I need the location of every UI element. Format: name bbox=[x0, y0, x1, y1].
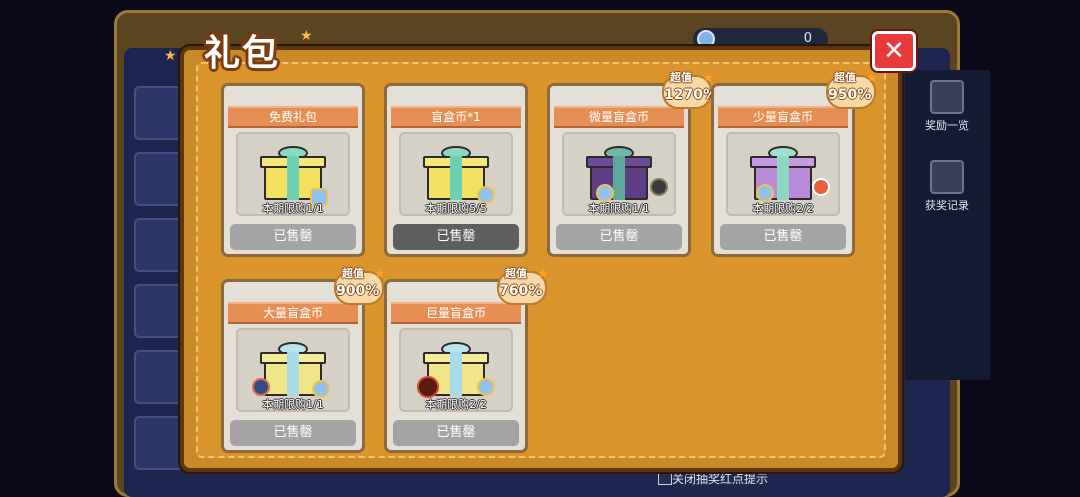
key-icon bbox=[650, 178, 668, 196]
package-card-blindbox-coin-1[interactable]: 盲盒币*1 本期限购5/5 已售罄 bbox=[384, 83, 528, 257]
character-slot bbox=[134, 284, 184, 338]
close-button[interactable]: ✕ bbox=[872, 31, 916, 71]
armor-icon bbox=[417, 376, 439, 398]
star-icon: ★ bbox=[164, 48, 177, 64]
blindbox-coin-icon bbox=[477, 378, 495, 396]
purchase-limit: 本期限购1/1 bbox=[262, 202, 324, 215]
badge-label: 超值 bbox=[505, 267, 527, 280]
sold-out-button[interactable]: 已售罄 bbox=[393, 224, 519, 250]
character-slot bbox=[134, 218, 184, 272]
package-name: 盲盒币*1 bbox=[391, 106, 521, 128]
red-dot-toggle-label: 关闭抽奖红点提示 bbox=[672, 472, 769, 486]
badge-percent: 900% bbox=[336, 283, 380, 299]
character-token-icon bbox=[812, 178, 830, 196]
sold-out-button[interactable]: 已售罄 bbox=[556, 224, 682, 250]
star-icon: ★ bbox=[537, 267, 549, 282]
badge-label: 超值 bbox=[342, 267, 364, 280]
sold-out-button[interactable]: 已售罄 bbox=[720, 224, 846, 250]
badge-label: 超值 bbox=[670, 71, 692, 84]
character-slot bbox=[134, 152, 184, 206]
star-icon: ★ bbox=[300, 28, 313, 44]
purchase-limit: 本期限购5/5 bbox=[425, 202, 487, 215]
medal-icon bbox=[252, 378, 270, 396]
badge-percent: 760% bbox=[499, 283, 543, 299]
character-slot bbox=[134, 86, 184, 140]
star-icon: ★ bbox=[374, 267, 386, 282]
purchase-limit: 本期限购1/1 bbox=[588, 202, 650, 215]
purchase-limit: 本期限购2/2 bbox=[752, 202, 814, 215]
sold-out-button[interactable]: 已售罄 bbox=[393, 420, 519, 446]
currency-value: 0 bbox=[803, 31, 812, 46]
badge-percent: 950% bbox=[828, 87, 872, 103]
character-slot bbox=[134, 350, 184, 404]
rewards-overview-button[interactable]: 奖励一览 bbox=[918, 80, 976, 133]
star-icon: ★ bbox=[866, 71, 878, 86]
package-card-free[interactable]: 免费礼包 本期限购1/1 已售罄 bbox=[221, 83, 365, 257]
badge-percent: 1270% bbox=[664, 87, 717, 103]
red-dot-toggle-checkbox[interactable] bbox=[658, 471, 672, 485]
popup-title: 礼包 bbox=[204, 33, 281, 74]
value-badge: ★ 超值 950% bbox=[826, 69, 886, 111]
purchase-limit: 本期限购2/2 bbox=[425, 398, 487, 411]
sold-out-button[interactable]: 已售罄 bbox=[230, 224, 356, 250]
purchase-limit: 本期限购1/1 bbox=[262, 398, 324, 411]
character-slot bbox=[134, 416, 184, 470]
value-badge: ★ 超值 760% bbox=[497, 265, 557, 307]
sold-out-button[interactable]: 已售罄 bbox=[230, 420, 356, 446]
chest-icon bbox=[930, 80, 964, 114]
side-button-label: 奖励一览 bbox=[925, 119, 969, 132]
side-button-label: 获奖记录 bbox=[925, 199, 969, 212]
clipboard-icon bbox=[930, 160, 964, 194]
star-icon: ★ bbox=[702, 71, 714, 86]
badge-label: 超值 bbox=[834, 71, 856, 84]
win-record-button[interactable]: 获奖记录 bbox=[918, 160, 976, 213]
package-name: 免费礼包 bbox=[228, 106, 358, 128]
